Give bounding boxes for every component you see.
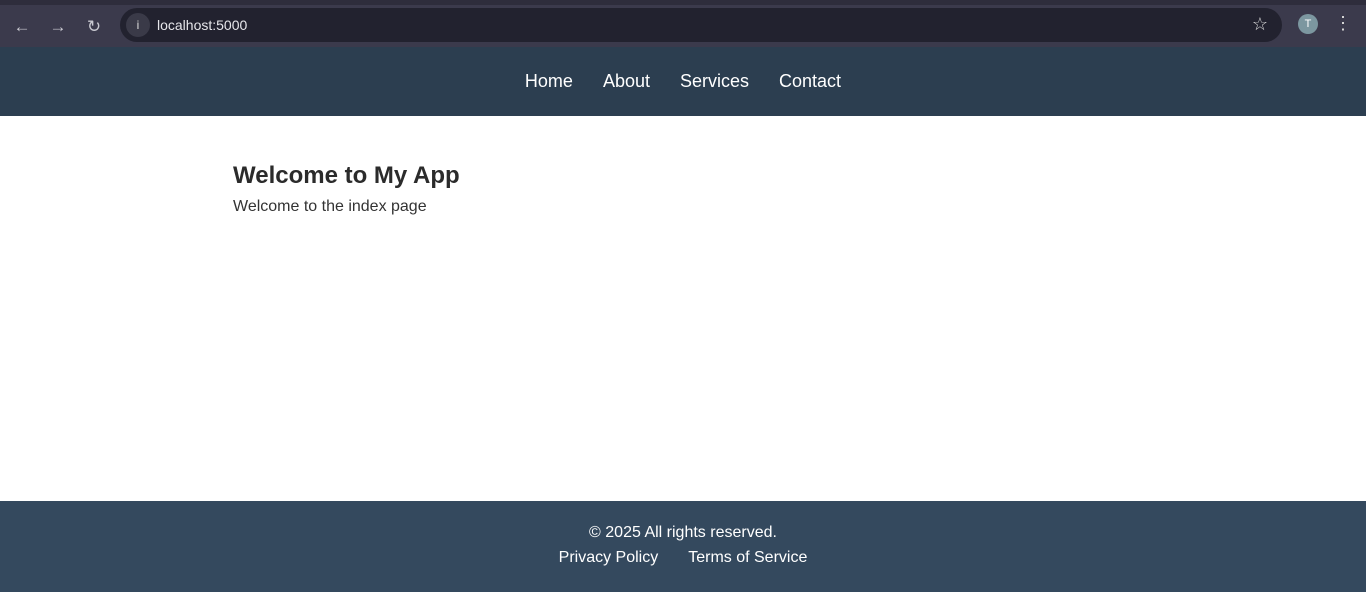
forward-icon[interactable]: → [44, 13, 72, 41]
page-title: Welcome to My App [233, 162, 460, 189]
main-content: Welcome to My App Welcome to the index p… [233, 116, 460, 216]
nav-contact[interactable]: Contact [779, 71, 841, 92]
reload-icon[interactable]: ↻ [80, 13, 108, 41]
bookmark-star-icon[interactable]: ☆ [1252, 14, 1268, 35]
nav-services[interactable]: Services [680, 71, 749, 92]
nav-about[interactable]: About [603, 71, 650, 92]
copyright: © 2025 All rights reserved. [589, 524, 777, 541]
address-bar[interactable]: i localhost:5000 ☆ [120, 8, 1282, 42]
kebab-menu-icon[interactable]: ⋮ [1334, 13, 1352, 34]
info-icon[interactable]: i [126, 13, 150, 37]
profile-avatar[interactable]: T [1298, 14, 1318, 34]
back-icon[interactable]: ← [8, 13, 36, 41]
nav-home[interactable]: Home [525, 71, 573, 92]
url-text[interactable]: localhost:5000 [157, 17, 247, 33]
terms-of-service-link[interactable]: Terms of Service [688, 549, 807, 567]
page-text: Welcome to the index page [233, 198, 427, 215]
main-nav: Home About Services Contact [0, 47, 1366, 116]
privacy-policy-link[interactable]: Privacy Policy [559, 549, 659, 567]
browser-toolbar: ← → ↻ i localhost:5000 ☆ T ⋮ [0, 0, 1366, 47]
footer: © 2025 All rights reserved. Privacy Poli… [0, 501, 1366, 592]
